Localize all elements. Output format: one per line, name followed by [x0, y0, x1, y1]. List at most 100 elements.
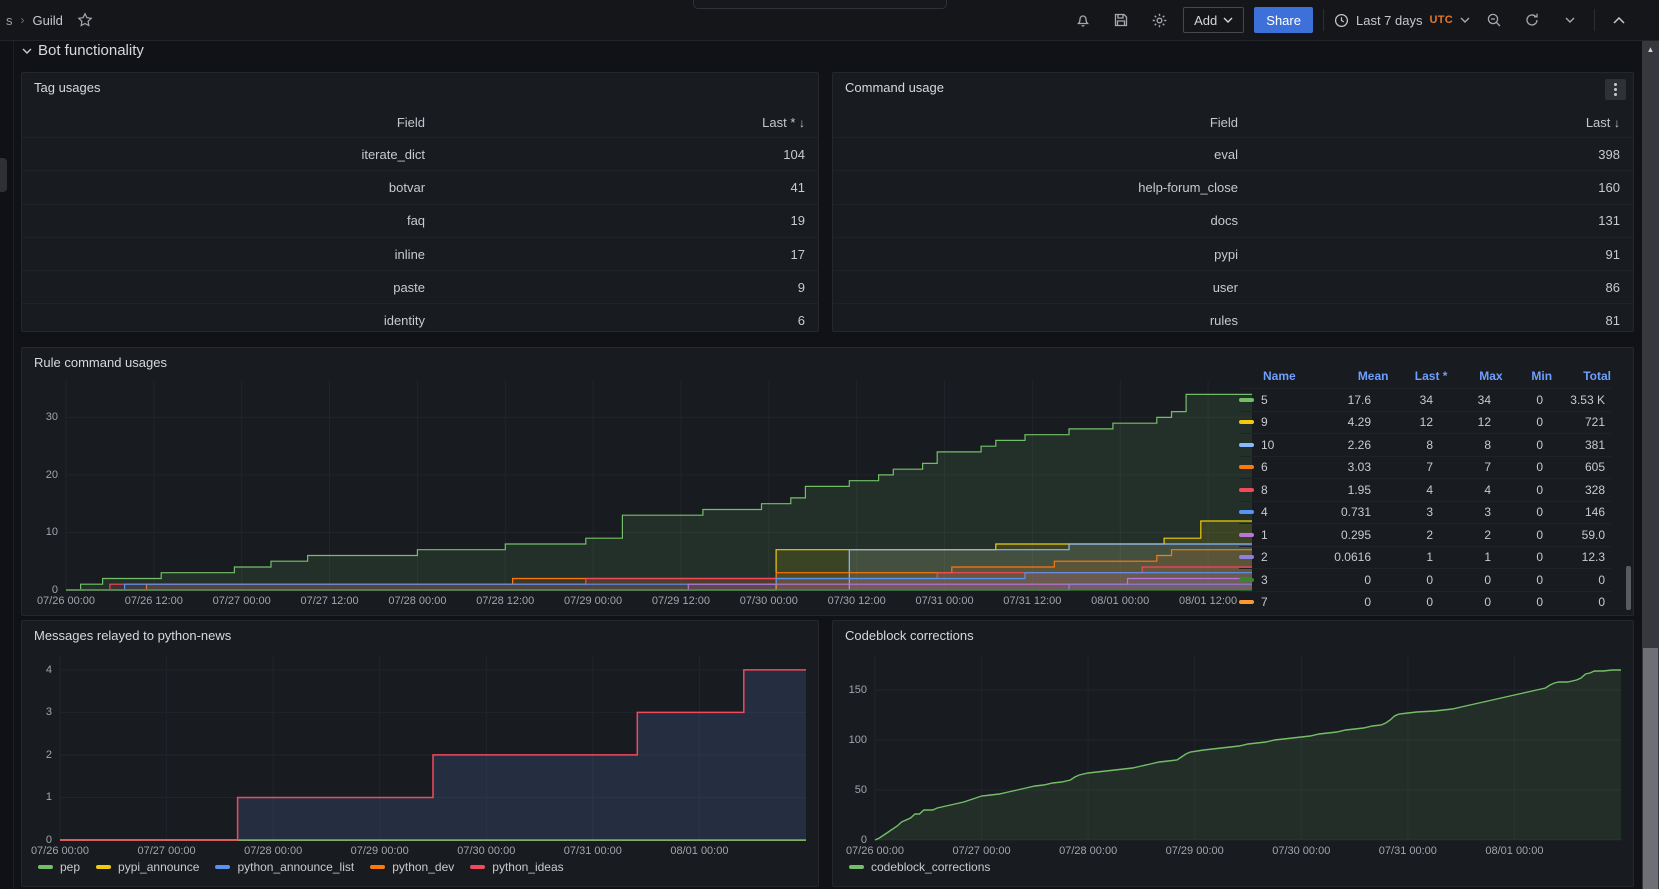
x-axis-tick-label: 08/01 00:00	[1485, 845, 1543, 858]
legend-cell-min: 0	[1491, 393, 1543, 407]
sidebar-expand-handle[interactable]	[0, 158, 7, 192]
messages-relayed-chart[interactable]: 0123407/26 00:0007/27 00:0007/28 00:0007…	[30, 649, 810, 880]
panel-title[interactable]: Rule command usages	[34, 355, 167, 370]
legend-row[interactable]: 300000	[1239, 568, 1611, 591]
breadcrumb-truncated[interactable]: s	[6, 13, 13, 28]
series-color-icon	[1239, 398, 1254, 402]
x-axis-tick-label: 07/29 00:00	[1166, 845, 1224, 858]
legend-row[interactable]: 81.95440328	[1239, 478, 1611, 501]
bell-icon[interactable]	[1069, 6, 1097, 34]
legend-series-name: 5	[1261, 393, 1268, 407]
legend-row[interactable]: 517.6343403.53 K	[1239, 388, 1611, 411]
legend-row[interactable]: 94.2912120721	[1239, 411, 1611, 434]
legend-item[interactable]: python_ideas	[470, 860, 563, 874]
x-axis-tick-label: 07/27 00:00	[138, 845, 196, 858]
table-row: help-forum_close160	[833, 170, 1633, 203]
column-header-last[interactable]: Last ↓	[1251, 115, 1633, 130]
legend-cell-total: 146	[1543, 505, 1605, 519]
legend-cell-max: 12	[1433, 415, 1491, 429]
y-axis-tick-label: 100	[841, 734, 867, 747]
refresh-icon[interactable]	[1518, 6, 1546, 34]
legend-column-header[interactable]: Min	[1503, 369, 1552, 383]
cell-field: eval	[833, 147, 1251, 162]
legend-row[interactable]: 20.061611012.3	[1239, 546, 1611, 569]
search-box-partial[interactable]	[693, 0, 947, 9]
cell-field: paste	[22, 280, 438, 295]
table-row: inline17	[22, 237, 818, 270]
chart-canvas[interactable]	[30, 374, 1256, 608]
legend-cell-max: 34	[1433, 393, 1491, 407]
table-row: user86	[833, 270, 1633, 303]
legend-item[interactable]: pypi_announce	[96, 860, 199, 874]
series-color-icon	[470, 865, 485, 869]
x-axis-tick-label: 07/31 12:00	[1003, 595, 1061, 608]
legend-cell-last: 0	[1371, 573, 1433, 587]
legend-cell-max: 0	[1433, 595, 1491, 609]
legend-column-header[interactable]: Max	[1447, 369, 1502, 383]
legend-cell-min: 0	[1491, 438, 1543, 452]
x-axis-tick-label: 07/26 00:00	[37, 595, 95, 608]
star-icon[interactable]	[71, 6, 99, 34]
codeblock-corrections-chart[interactable]: 05010015007/26 00:0007/27 00:0007/28 00:…	[841, 649, 1625, 880]
legend-cell-mean: 0.295	[1305, 528, 1371, 542]
y-axis-tick-label: 30	[30, 411, 58, 424]
series-color-icon	[1239, 488, 1254, 492]
x-axis-tick-label: 07/30 00:00	[740, 595, 798, 608]
legend-row[interactable]: 10.29522059.0	[1239, 523, 1611, 546]
cell-last: 6	[438, 313, 818, 328]
legend-scrollbar-thumb[interactable]	[1626, 566, 1631, 610]
legend-column-header[interactable]: Total	[1552, 369, 1611, 383]
panel-title[interactable]: Messages relayed to python-news	[34, 628, 231, 643]
legend-column-header[interactable]: Name	[1239, 369, 1326, 383]
zoom-out-icon[interactable]	[1480, 6, 1508, 34]
legend-row[interactable]: 40.731330146	[1239, 501, 1611, 524]
toolbar-divider	[1594, 9, 1595, 31]
legend-item[interactable]: python_announce_list	[215, 860, 354, 874]
add-button[interactable]: Add	[1183, 7, 1244, 33]
time-range-picker[interactable]: Last 7 days UTC	[1334, 13, 1470, 28]
cell-last: 19	[438, 213, 818, 228]
legend-series-name: 9	[1261, 415, 1268, 429]
page-scrollbar[interactable]	[1642, 40, 1659, 889]
scrollbar-thumb[interactable]	[1643, 648, 1658, 889]
gear-icon[interactable]	[1145, 6, 1173, 34]
series-color-icon	[1239, 420, 1254, 424]
series-color-icon	[1239, 443, 1254, 447]
legend-item[interactable]: codeblock_corrections	[849, 860, 990, 874]
refresh-interval-chevron-icon[interactable]	[1556, 6, 1584, 34]
cell-last: 86	[1251, 280, 1633, 295]
panel-title[interactable]: Tag usages	[34, 80, 101, 95]
series-color-icon	[1239, 533, 1254, 537]
panel-title[interactable]: Command usage	[845, 80, 944, 95]
legend-cell-last: 1	[1371, 550, 1433, 564]
legend-row[interactable]: 700000	[1239, 591, 1611, 614]
legend-item[interactable]: pep	[38, 860, 80, 874]
legend-cell-name: 3	[1239, 573, 1305, 587]
legend-cell-total: 59.0	[1543, 528, 1605, 542]
share-button[interactable]: Share	[1254, 7, 1313, 33]
legend-row[interactable]: 63.03770605	[1239, 456, 1611, 479]
timezone-label: UTC	[1429, 14, 1453, 26]
legend-cell-name: 8	[1239, 483, 1305, 497]
collapse-topbar-icon[interactable]	[1605, 6, 1633, 34]
rule-command-usages-chart[interactable]: 010203007/26 00:0007/26 12:0007/27 00:00…	[30, 374, 1256, 608]
legend-cell-mean: 3.03	[1305, 460, 1371, 474]
table-row: rules81	[833, 303, 1633, 332]
breadcrumb-separator-icon: ›	[21, 13, 25, 27]
panel-menu-icon[interactable]	[1605, 79, 1626, 100]
legend-row[interactable]: 102.26880381	[1239, 433, 1611, 456]
legend-cell-max: 3	[1433, 505, 1491, 519]
y-axis-tick-label: 10	[30, 526, 58, 539]
legend-column-header[interactable]: Mean	[1326, 369, 1389, 383]
row-header-bot-functionality[interactable]: Bot functionality	[22, 42, 144, 59]
scrollbar-up-arrow-icon[interactable]	[1642, 43, 1659, 55]
panel-title[interactable]: Codeblock corrections	[845, 628, 974, 643]
breadcrumb-current[interactable]: Guild	[33, 13, 63, 28]
legend-column-header[interactable]: Last *	[1389, 369, 1448, 383]
save-icon[interactable]	[1107, 6, 1135, 34]
legend-item[interactable]: python_dev	[370, 860, 454, 874]
column-header-field[interactable]: Field	[22, 115, 438, 130]
column-header-last[interactable]: Last * ↓	[438, 115, 818, 130]
legend-series-name: 2	[1261, 550, 1268, 564]
column-header-field[interactable]: Field	[833, 115, 1251, 130]
